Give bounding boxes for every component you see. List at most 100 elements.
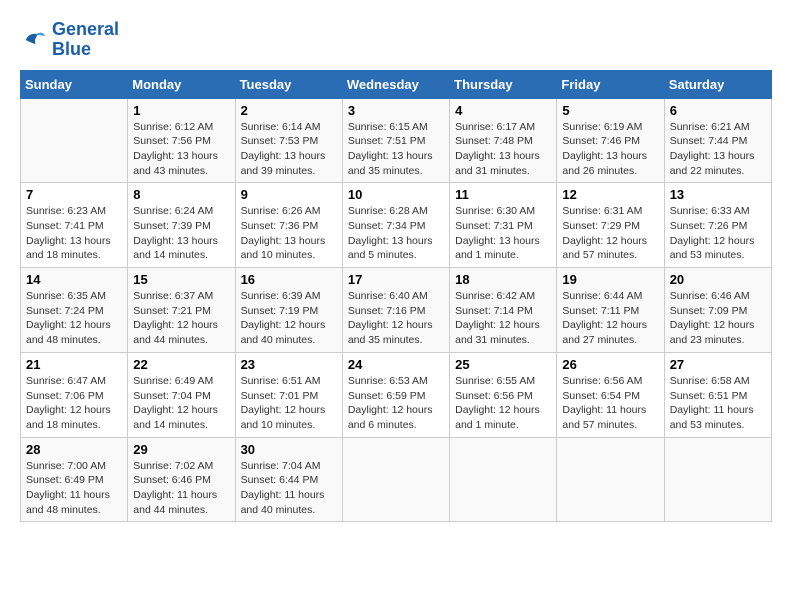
day-cell (450, 437, 557, 522)
day-number: 10 (348, 187, 444, 202)
week-row-5: 28Sunrise: 7:00 AMSunset: 6:49 PMDayligh… (21, 437, 772, 522)
day-info: Sunrise: 6:31 AMSunset: 7:29 PMDaylight:… (562, 204, 658, 263)
day-info: Sunrise: 6:26 AMSunset: 7:36 PMDaylight:… (241, 204, 337, 263)
day-info: Sunrise: 6:42 AMSunset: 7:14 PMDaylight:… (455, 289, 551, 348)
header-thursday: Thursday (450, 70, 557, 98)
day-cell: 29Sunrise: 7:02 AMSunset: 6:46 PMDayligh… (128, 437, 235, 522)
day-cell (342, 437, 449, 522)
day-cell: 5 Sunrise: 6:19 AMSunset: 7:46 PMDaylight… (557, 98, 664, 183)
day-info: Sunrise: 6:28 AMSunset: 7:34 PMDaylight:… (348, 204, 444, 263)
day-number: 23 (241, 357, 337, 372)
day-cell (557, 437, 664, 522)
day-number: 27 (670, 357, 766, 372)
day-cell: 20 Sunrise: 6:46 AMSunset: 7:09 PMDayligh… (664, 268, 771, 353)
day-info: Sunrise: 6:37 AMSunset: 7:21 PMDaylight:… (133, 289, 229, 348)
day-cell: 30 Sunrise: 7:04 AMSunset: 6:44 PMDayligh… (235, 437, 342, 522)
day-number: 20 (670, 272, 766, 287)
week-row-3: 14 Sunrise: 6:35 AMSunset: 7:24 PMDayligh… (21, 268, 772, 353)
day-info: Sunrise: 6:56 AMSunset: 6:54 PMDaylight:… (562, 374, 658, 433)
day-number: 18 (455, 272, 551, 287)
week-row-1: 1 Sunrise: 6:12 AMSunset: 7:56 PMDaylight… (21, 98, 772, 183)
day-cell (21, 98, 128, 183)
day-info: Sunrise: 6:47 AMSunset: 7:06 PMDaylight:… (26, 374, 122, 433)
day-info: Sunrise: 6:23 AMSunset: 7:41 PMDaylight:… (26, 204, 122, 263)
day-cell: 18 Sunrise: 6:42 AMSunset: 7:14 PMDayligh… (450, 268, 557, 353)
day-cell: 28Sunrise: 7:00 AMSunset: 6:49 PMDayligh… (21, 437, 128, 522)
header-tuesday: Tuesday (235, 70, 342, 98)
logo-text: GeneralBlue (52, 20, 119, 60)
day-info: Sunrise: 6:46 AMSunset: 7:09 PMDaylight:… (670, 289, 766, 348)
day-cell: 11 Sunrise: 6:30 AMSunset: 7:31 PMDayligh… (450, 183, 557, 268)
header-sunday: Sunday (21, 70, 128, 98)
day-info: Sunrise: 6:39 AMSunset: 7:19 PMDaylight:… (241, 289, 337, 348)
day-info: Sunrise: 6:49 AMSunset: 7:04 PMDaylight:… (133, 374, 229, 433)
day-cell: 9 Sunrise: 6:26 AMSunset: 7:36 PMDaylight… (235, 183, 342, 268)
day-number: 6 (670, 103, 766, 118)
calendar-table: SundayMondayTuesdayWednesdayThursdayFrid… (20, 70, 772, 523)
logo-icon (20, 26, 48, 54)
week-row-2: 7 Sunrise: 6:23 AMSunset: 7:41 PMDaylight… (21, 183, 772, 268)
day-cell: 8Sunrise: 6:24 AMSunset: 7:39 PMDaylight… (128, 183, 235, 268)
day-cell: 1 Sunrise: 6:12 AMSunset: 7:56 PMDaylight… (128, 98, 235, 183)
day-info: Sunrise: 6:30 AMSunset: 7:31 PMDaylight:… (455, 204, 551, 263)
day-number: 30 (241, 442, 337, 457)
day-cell: 25 Sunrise: 6:55 AMSunset: 6:56 PMDayligh… (450, 352, 557, 437)
day-number: 5 (562, 103, 658, 118)
day-number: 3 (348, 103, 444, 118)
day-number: 19 (562, 272, 658, 287)
day-info: Sunrise: 6:14 AMSunset: 7:53 PMDaylight:… (241, 120, 337, 179)
day-cell: 22Sunrise: 6:49 AMSunset: 7:04 PMDayligh… (128, 352, 235, 437)
week-row-4: 21Sunrise: 6:47 AMSunset: 7:06 PMDayligh… (21, 352, 772, 437)
day-number: 15 (133, 272, 229, 287)
day-number: 24 (348, 357, 444, 372)
day-number: 13 (670, 187, 766, 202)
day-number: 7 (26, 187, 122, 202)
day-info: Sunrise: 6:21 AMSunset: 7:44 PMDaylight:… (670, 120, 766, 179)
day-info: Sunrise: 6:44 AMSunset: 7:11 PMDaylight:… (562, 289, 658, 348)
day-cell: 19 Sunrise: 6:44 AMSunset: 7:11 PMDayligh… (557, 268, 664, 353)
day-info: Sunrise: 6:35 AMSunset: 7:24 PMDaylight:… (26, 289, 122, 348)
day-cell: 13 Sunrise: 6:33 AMSunset: 7:26 PMDayligh… (664, 183, 771, 268)
header-friday: Friday (557, 70, 664, 98)
day-info: Sunrise: 6:55 AMSunset: 6:56 PMDaylight:… (455, 374, 551, 433)
day-number: 28 (26, 442, 122, 457)
calendar-header-row: SundayMondayTuesdayWednesdayThursdayFrid… (21, 70, 772, 98)
day-number: 25 (455, 357, 551, 372)
day-number: 16 (241, 272, 337, 287)
day-info: Sunrise: 6:19 AMSunset: 7:46 PMDaylight:… (562, 120, 658, 179)
page-header: GeneralBlue (20, 20, 772, 60)
day-info: Sunrise: 6:12 AMSunset: 7:56 PMDaylight:… (133, 120, 229, 179)
day-cell: 4 Sunrise: 6:17 AMSunset: 7:48 PMDaylight… (450, 98, 557, 183)
day-info: Sunrise: 6:15 AMSunset: 7:51 PMDaylight:… (348, 120, 444, 179)
day-number: 8 (133, 187, 229, 202)
day-info: Sunrise: 6:40 AMSunset: 7:16 PMDaylight:… (348, 289, 444, 348)
day-number: 17 (348, 272, 444, 287)
logo: GeneralBlue (20, 20, 119, 60)
day-info: Sunrise: 6:51 AMSunset: 7:01 PMDaylight:… (241, 374, 337, 433)
day-info: Sunrise: 6:53 AMSunset: 6:59 PMDaylight:… (348, 374, 444, 433)
day-number: 26 (562, 357, 658, 372)
day-number: 2 (241, 103, 337, 118)
day-info: Sunrise: 6:17 AMSunset: 7:48 PMDaylight:… (455, 120, 551, 179)
day-number: 11 (455, 187, 551, 202)
header-wednesday: Wednesday (342, 70, 449, 98)
day-cell: 7 Sunrise: 6:23 AMSunset: 7:41 PMDaylight… (21, 183, 128, 268)
day-number: 29 (133, 442, 229, 457)
day-number: 4 (455, 103, 551, 118)
header-saturday: Saturday (664, 70, 771, 98)
day-cell: 16 Sunrise: 6:39 AMSunset: 7:19 PMDayligh… (235, 268, 342, 353)
day-cell (664, 437, 771, 522)
day-number: 14 (26, 272, 122, 287)
day-info: Sunrise: 6:33 AMSunset: 7:26 PMDaylight:… (670, 204, 766, 263)
day-info: Sunrise: 7:04 AMSunset: 6:44 PMDaylight:… (241, 459, 337, 518)
day-number: 9 (241, 187, 337, 202)
day-cell: 14 Sunrise: 6:35 AMSunset: 7:24 PMDayligh… (21, 268, 128, 353)
day-cell: 6 Sunrise: 6:21 AMSunset: 7:44 PMDaylight… (664, 98, 771, 183)
day-number: 1 (133, 103, 229, 118)
day-cell: 12Sunrise: 6:31 AMSunset: 7:29 PMDayligh… (557, 183, 664, 268)
day-cell: 10 Sunrise: 6:28 AMSunset: 7:34 PMDayligh… (342, 183, 449, 268)
day-cell: 17 Sunrise: 6:40 AMSunset: 7:16 PMDayligh… (342, 268, 449, 353)
day-cell: 2 Sunrise: 6:14 AMSunset: 7:53 PMDaylight… (235, 98, 342, 183)
day-cell: 27 Sunrise: 6:58 AMSunset: 6:51 PMDayligh… (664, 352, 771, 437)
day-info: Sunrise: 6:58 AMSunset: 6:51 PMDaylight:… (670, 374, 766, 433)
